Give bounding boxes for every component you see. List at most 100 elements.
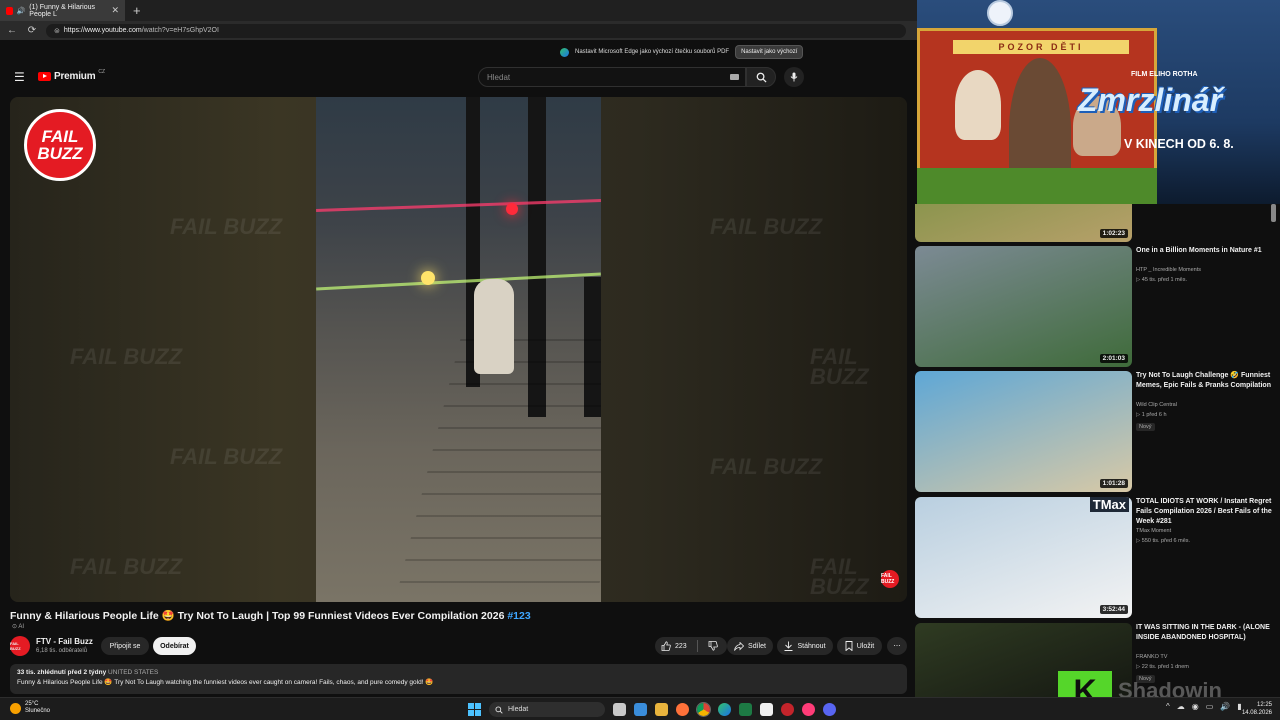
voice-search-button[interactable] [784, 67, 804, 87]
video-title-text: Funny & Hilarious People Life 🤩 Try Not … [10, 610, 505, 622]
subscriber-count: 6,18 tis. odběratelů [36, 648, 88, 654]
video-thumbnail[interactable]: 2:01:03 [915, 246, 1132, 367]
volume-icon[interactable]: 🔊 [1220, 702, 1230, 711]
cloud-icon[interactable]: ☁ [1177, 702, 1185, 711]
excel-icon[interactable] [739, 703, 752, 716]
new-tab-button[interactable]: + [133, 3, 141, 18]
description-text: Funny & Hilarious People Life 🤩 Try Not … [17, 679, 434, 686]
app-icon[interactable] [781, 703, 794, 716]
thumbs-down-icon[interactable] [708, 641, 718, 651]
url-host: https://www.youtube.com [63, 27, 142, 34]
clock[interactable]: 12:25 14.08.2026 [1238, 701, 1272, 717]
tab-close-icon[interactable]: ✕ [111, 5, 119, 16]
list-item[interactable]: 1:02:23 [915, 204, 1280, 246]
browser-app-icon[interactable] [802, 703, 815, 716]
audio-icon[interactable]: 🔊 [17, 7, 26, 15]
like-button[interactable]: 223 [661, 641, 687, 651]
windows-start-icon[interactable] [468, 703, 481, 716]
clock-time: 12:25 [1256, 702, 1272, 708]
taskbar-search[interactable]: Hledat [489, 702, 605, 717]
system-tray: ^ ☁ ◉ ▭ 🔊 ▮ [1166, 702, 1242, 711]
address-field[interactable]: ⊜ https://www.youtube.com/watch?v=eH7sGh… [46, 23, 906, 38]
edge-icon[interactable] [718, 703, 731, 716]
ad-title: Zmrzlinář [1078, 82, 1223, 118]
video-meta: ▷ 22 tis. před 1 dnem [1136, 664, 1189, 670]
street-lamp [421, 271, 435, 285]
site-info-icon[interactable]: ⊜ [54, 27, 60, 35]
subscribe-button[interactable]: Odebírat [153, 637, 196, 655]
share-icon [734, 641, 745, 651]
clock-date: 14.08.2026 [1241, 710, 1272, 716]
menu-icon[interactable]: ☰ [14, 70, 25, 84]
download-button[interactable]: Stáhnout [777, 637, 833, 655]
watermark: FAIL BUZZ [710, 454, 823, 479]
sidebar-scrollbar[interactable] [1271, 204, 1276, 222]
chevron-up-icon[interactable]: ^ [1166, 702, 1170, 711]
youtube-logo[interactable]: Premium CZ [38, 68, 106, 82]
thumbnail-label: TMax [1089, 497, 1129, 512]
discord-icon[interactable] [823, 703, 836, 716]
region-code: CZ [98, 68, 106, 75]
search-button[interactable] [746, 67, 776, 87]
channel-logo-overlay: FAIL BUZZ [24, 109, 96, 181]
browser-tab-active[interactable]: 🔊 (1) Funny & Hilarious People L ✕ [0, 0, 125, 21]
ad-sign: POZOR DĚTI [953, 40, 1129, 54]
edge-prompt-text: Nastavit Microsoft Edge jako výchozí čte… [575, 49, 730, 55]
edge-default-pdf-prompt: Nastavit Microsoft Edge jako výchozí čte… [560, 44, 804, 60]
calculator-icon[interactable] [760, 703, 773, 716]
avatar[interactable]: FAIL BUZZ [10, 636, 30, 656]
hashtag-link[interactable]: #123 [507, 610, 530, 622]
weather-widget[interactable]: 25°C Slunečno [10, 701, 50, 715]
video-duration: 1:02:23 [1099, 229, 1128, 238]
tab-title: (1) Funny & Hilarious People L [29, 3, 96, 18]
firefox-icon[interactable] [676, 703, 689, 716]
video-title: Funny & Hilarious People Life 🤩 Try Not … [10, 609, 531, 622]
channel-name[interactable]: FRANKO TV [1136, 654, 1167, 660]
divider [696, 640, 698, 652]
file-explorer-icon[interactable] [655, 703, 668, 716]
search-input[interactable]: Hledat [478, 67, 746, 87]
save-button[interactable]: Uložit [837, 637, 882, 655]
location-icon[interactable]: ◉ [1192, 702, 1199, 711]
youtube-favicon-icon [6, 6, 13, 15]
video-duration: 2:01:03 [1099, 354, 1128, 363]
keyboard-icon[interactable] [730, 74, 739, 80]
back-arrow-icon[interactable]: ← [6, 25, 18, 36]
youtube-play-icon [38, 72, 51, 81]
channel-name[interactable]: Wild Clip Central [1136, 402, 1177, 408]
video-meta: ▷ 1 před 6 h [1136, 412, 1167, 418]
more-actions-button[interactable]: ⋯ [887, 637, 907, 655]
bookmark-icon [845, 641, 853, 651]
video-duration: 3:52:44 [1099, 605, 1128, 614]
join-button[interactable]: Připojit se [101, 637, 149, 655]
set-default-button[interactable]: Nastavit jako výchozí [735, 45, 804, 59]
video-title[interactable]: Try Not To Laugh Challenge 🤣 Funniest Me… [1136, 371, 1272, 391]
refresh-icon[interactable]: ⟳ [26, 25, 38, 36]
video-title[interactable]: IT WAS SITTING IN THE DARK - (ALONE INSI… [1136, 623, 1272, 643]
video-thumbnail[interactable]: TMax 3:52:44 [915, 497, 1132, 618]
channel-name[interactable]: TMax Moment [1136, 528, 1171, 534]
microphone-icon [790, 72, 798, 82]
youtube-logo-text: Premium [54, 71, 96, 82]
list-item[interactable]: TMax 3:52:44 TOTAL IDIOTS AT WORK / Instan… [915, 497, 1280, 622]
corner-channel-logo[interactable]: FAIL BUZZ [881, 570, 899, 588]
task-view-icon[interactable] [613, 703, 626, 716]
video-thumbnail[interactable]: 1:01:28 [915, 371, 1132, 492]
list-item[interactable]: 1:01:28 Try Not To Laugh Challenge 🤣 Funn… [915, 371, 1280, 496]
network-icon[interactable]: ▭ [1206, 702, 1214, 711]
video-thumbnail[interactable]: 1:02:23 [915, 204, 1132, 242]
share-button[interactable]: Sdílet [727, 637, 773, 655]
channel-name[interactable]: FTV - Fail Buzz [36, 637, 93, 646]
video-title[interactable]: TOTAL IDIOTS AT WORK / Instant Regret Fa… [1136, 497, 1272, 527]
mail-icon[interactable] [634, 703, 647, 716]
chrome-icon[interactable] [696, 702, 711, 717]
like-dislike-group: 223 [655, 637, 727, 655]
description-box[interactable]: 33 tis. zhlédnutí před 2 týdny UNITED ST… [10, 664, 907, 694]
share-label: Sdílet [748, 642, 766, 650]
list-item[interactable]: 2:01:03 One in a Billion Moments in Natur… [915, 246, 1280, 371]
person-in-white-coat [474, 279, 514, 374]
country-label: UNITED STATES [108, 669, 159, 676]
channel-name[interactable]: HTP _ Incredible Moments [1136, 267, 1201, 273]
video-player[interactable]: FAIL BUZZ FAIL BUZZ FAIL BUZZ FAIL BUZZ … [10, 97, 907, 602]
video-title[interactable]: One in a Billion Moments in Nature #1 [1136, 246, 1272, 256]
